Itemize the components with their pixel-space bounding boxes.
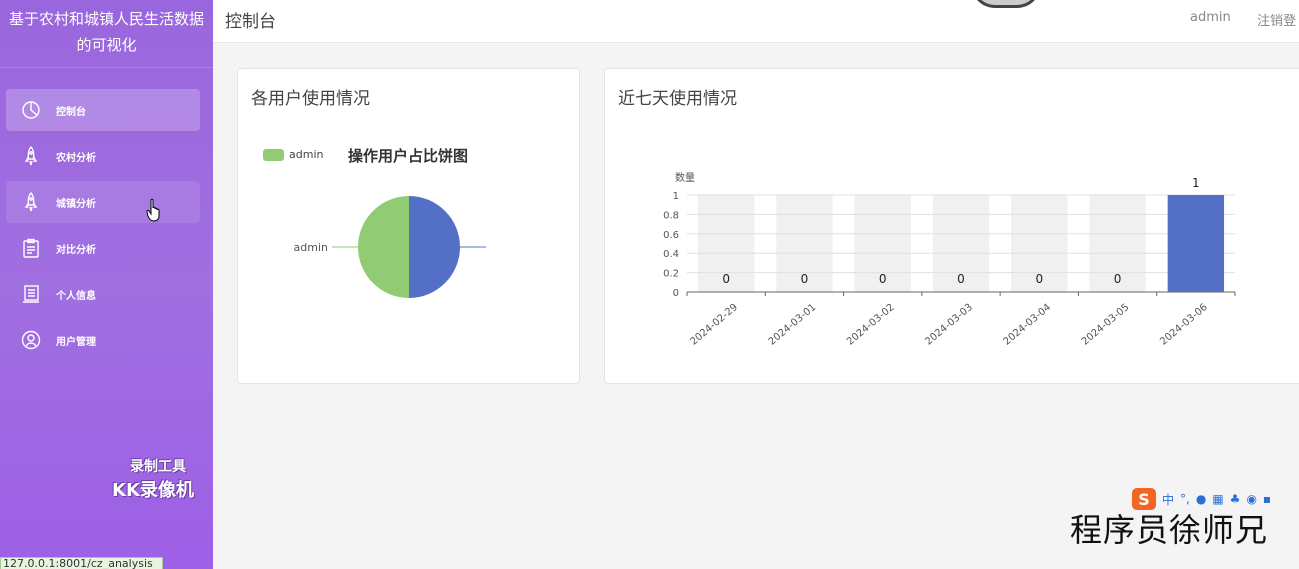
legend-swatch: [263, 148, 284, 161]
sidebar-item-label: 控制台: [56, 106, 86, 118]
sidebar-item-label: 农村分析: [56, 152, 96, 164]
profile-icon: [20, 283, 42, 305]
x-tick-label: 2024-03-04: [1002, 302, 1054, 348]
top-header: 控制台 admin 注销登: [213, 0, 1299, 43]
y-tick-label: 0.2: [663, 269, 679, 280]
y-tick-label: 1: [673, 191, 679, 202]
recording-watermark-label: 录制工具: [130, 459, 186, 475]
ime-skin-icon: ♣: [1229, 492, 1241, 506]
pie-chart: admin: [294, 196, 486, 298]
sidebar-item-dashboard[interactable]: 控制台: [6, 89, 200, 131]
sidebar-item-label: 城镇分析: [56, 198, 96, 210]
pie-slice: [409, 196, 460, 298]
sidebar-item-user-management[interactable]: 用户管理: [6, 319, 200, 361]
bar: [1167, 195, 1225, 292]
ime-keyboard-icon: ▦: [1212, 492, 1224, 506]
pie-slice-label: admin: [294, 241, 328, 254]
logout-link[interactable]: 注销登: [1257, 10, 1296, 29]
sidebar-item-urban-analysis[interactable]: 城镇分析: [6, 181, 200, 223]
sidebar-item-label: 个人信息: [56, 290, 96, 302]
rocket-icon: [20, 145, 42, 167]
signature-watermark: 程序员徐师兄: [1070, 511, 1269, 549]
y-tick-label: 0.6: [663, 230, 679, 241]
x-tick-label: 2024-03-02: [845, 302, 897, 348]
user-usage-card: 各用户使用情况 admin 操作用户占比饼图 admin: [237, 68, 580, 384]
card-title: 各用户使用情况: [251, 89, 370, 109]
ime-punctuation-icon: °,: [1180, 492, 1190, 506]
pie-legend[interactable]: admin: [263, 148, 323, 161]
ime-chat-icon: ◉: [1246, 492, 1257, 506]
bar-value-label: 0: [1114, 272, 1122, 286]
ime-apps-icon: ▪: [1262, 492, 1272, 506]
y-axis-label: 数量: [675, 171, 695, 184]
app-title: 基于农村和城镇人民生活数据的可视化: [0, 0, 213, 68]
y-tick-label: 0: [673, 288, 679, 299]
bar-value-label: 0: [801, 272, 809, 286]
sidebar-item-profile[interactable]: 个人信息: [6, 273, 200, 315]
hand-cursor-icon: [146, 198, 160, 222]
user-name-link[interactable]: admin: [1190, 10, 1231, 25]
sidebar-item-rural-analysis[interactable]: 农村分析: [6, 135, 200, 177]
sidebar-item-comparison[interactable]: 对比分析: [6, 227, 200, 269]
x-tick-label: 2024-02-29: [688, 302, 740, 348]
recording-watermark-brand: KK录像机: [112, 480, 194, 501]
x-tick-label: 2024-03-06: [1158, 302, 1210, 348]
bar-value-label: 1: [1192, 176, 1200, 190]
weekly-usage-card: 近七天使用情况 数量 0 0.2 0.4 0.6 0.8 1 0 2024-02-29 0 2024…: [604, 68, 1299, 384]
bar-chart: 数量 0 0.2 0.4 0.6 0.8 1 0 2024-02-29 0 2024-03-01 0 2…: [663, 171, 1236, 348]
ime-mic-icon: ●: [1195, 492, 1207, 506]
sidebar-nav: 控制台 农村分析 城镇分析 对比分析 个人信息 用户管理: [6, 89, 200, 365]
clipboard-icon: [20, 237, 42, 259]
legend-label: admin: [289, 148, 324, 161]
bar-value-label: 0: [722, 272, 730, 286]
pie-slice: [358, 196, 409, 298]
rocket-icon: [20, 191, 42, 213]
bar-value-label: 0: [957, 272, 965, 286]
x-tick-label: 2024-03-01: [767, 302, 819, 348]
page-title: 控制台: [225, 12, 276, 32]
y-tick-label: 0.8: [663, 210, 679, 221]
pie-chart-title: 操作用户占比饼图: [348, 147, 469, 165]
logo: [971, 0, 1041, 8]
sidebar-item-label: 用户管理: [56, 336, 96, 348]
bar-value-label: 0: [879, 272, 887, 286]
bar-value-label: 0: [1035, 272, 1043, 286]
user-circle-icon: [20, 329, 42, 351]
sidebar-item-label: 对比分析: [56, 244, 96, 256]
x-tick-label: 2024-03-05: [1080, 302, 1132, 348]
y-tick-label: 0.4: [663, 249, 679, 260]
sidebar: 基于农村和城镇人民生活数据的可视化 控制台 农村分析 城镇分析 对比分析 个人信…: [0, 0, 213, 569]
x-tick-label: 2024-03-03: [923, 302, 975, 348]
dashboard-icon: [20, 99, 42, 121]
status-url: 127.0.0.1:8001/cz_analysis: [0, 557, 163, 569]
